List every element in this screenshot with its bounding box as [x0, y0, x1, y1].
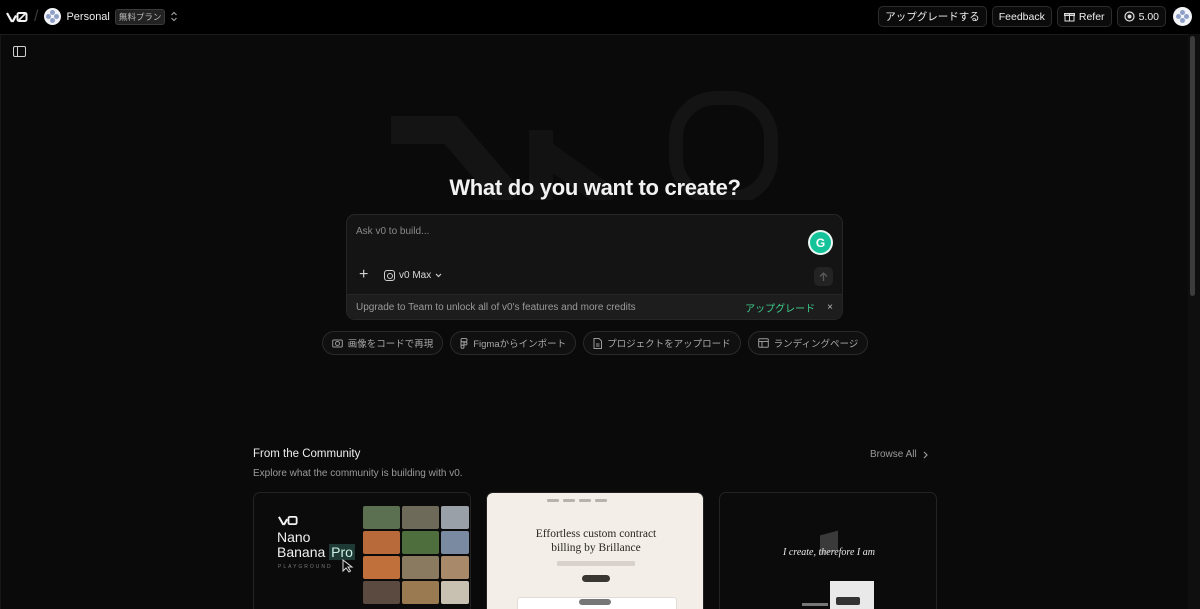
sidebar-toggle-icon[interactable]: [13, 46, 26, 57]
card-body-text: [557, 561, 635, 566]
card-headline-line2: billing by Brillance: [551, 542, 641, 554]
camera-icon: [331, 339, 343, 348]
image-grid: [363, 506, 470, 604]
scrollbar-thumb[interactable]: [1190, 36, 1195, 296]
card-nav: [547, 499, 653, 502]
breadcrumb-separator: /: [34, 7, 39, 25]
quick-action-label: ランディングページ: [773, 339, 859, 350]
model-selector[interactable]: v0 Max: [384, 270, 442, 281]
card-pill: [579, 599, 611, 605]
card-image: [830, 581, 874, 609]
send-button[interactable]: [814, 267, 833, 286]
close-icon[interactable]: ×: [827, 302, 833, 313]
community-title: From the Community: [253, 448, 361, 460]
model-icon: [384, 270, 395, 281]
figma-icon: [460, 337, 468, 349]
quick-action-label: Figmaからインポート: [473, 339, 567, 350]
workspace-switcher-icon[interactable]: [170, 11, 178, 22]
quick-action-upload-project[interactable]: プロジェクトをアップロード: [583, 331, 741, 355]
file-upload-icon: [593, 337, 603, 349]
chevron-right-icon: [923, 451, 928, 458]
refer-button[interactable]: Refer: [1056, 6, 1112, 27]
quick-action-label: プロジェクトをアップロード: [607, 339, 731, 350]
upgrade-link[interactable]: アップグレード: [745, 300, 815, 315]
layout-icon: [757, 338, 769, 348]
quick-action-label: 画像をコードで再現: [347, 339, 434, 350]
card-subtitle: PLAYGROUND: [278, 564, 333, 570]
community-card-i-create[interactable]: I create, therefore I am: [719, 492, 937, 609]
card-title-line1: Nano: [277, 529, 311, 545]
card-title: Nano Banana Pro: [277, 530, 355, 560]
community-subtitle: Explore what the community is building w…: [253, 468, 463, 479]
card-title-line2: Banana: [277, 544, 326, 560]
card-cta: [582, 575, 610, 582]
quick-actions: 画像をコードで再現 Figmaからインポート プロジェクトをアップロード ランデ…: [1, 331, 1188, 355]
card-caption: [802, 603, 828, 606]
v0-logo[interactable]: [4, 7, 30, 27]
chevron-down-icon: [435, 273, 442, 278]
prompt-box[interactable]: Ask v0 to build... G + v0 Max Upgrade to…: [346, 214, 843, 320]
arrow-up-icon: [819, 271, 828, 281]
upgrade-button-label: アップグレードする: [885, 11, 980, 23]
top-bar: / Personal 無料プラン アップグレードする Feedback Refe…: [0, 0, 1200, 33]
upgrade-notice-text: Upgrade to Team to unlock all of v0's fe…: [356, 301, 636, 313]
refer-button-label: Refer: [1078, 10, 1105, 23]
feedback-button[interactable]: Feedback: [991, 6, 1052, 27]
plan-badge: 無料プラン: [114, 8, 166, 25]
grammarly-icon[interactable]: G: [810, 232, 831, 253]
credits-icon: [1123, 11, 1135, 22]
community-card-brillance[interactable]: Effortless custom contract billing by Br…: [486, 492, 704, 609]
browse-all-label: Browse All: [870, 449, 917, 460]
v0-logo-icon: [278, 515, 298, 526]
workspace-avatar[interactable]: [44, 8, 62, 25]
card-headline: Effortless custom contract billing by Br…: [487, 527, 703, 555]
credits-button[interactable]: 5.00: [1116, 6, 1166, 27]
v0-logo-icon: [6, 11, 28, 22]
quick-action-clone-screenshot[interactable]: 画像をコードで再現: [321, 331, 444, 355]
prompt-input[interactable]: Ask v0 to build...: [356, 226, 429, 237]
community-card-nano-banana[interactable]: Nano Banana Pro PLAYGROUND: [253, 492, 471, 609]
user-avatar[interactable]: [1173, 7, 1192, 26]
add-attachment-icon[interactable]: +: [359, 267, 368, 283]
card-headline-line1: Effortless custom contract: [535, 528, 657, 540]
upgrade-button[interactable]: アップグレードする: [878, 6, 987, 27]
hero-title: What do you want to create?: [449, 175, 741, 200]
quick-action-landing-page[interactable]: ランディングページ: [747, 331, 869, 355]
scrollbar[interactable]: [1188, 34, 1200, 609]
model-label: v0 Max: [399, 270, 432, 281]
card-title-highlight: Pro: [329, 544, 355, 560]
browse-all-link[interactable]: Browse All: [870, 449, 928, 460]
card-text: I create, therefore I am: [783, 547, 875, 558]
credits-value: 5.00: [1138, 10, 1159, 23]
main-panel: What do you want to create? Ask v0 to bu…: [0, 34, 1188, 609]
cursor-icon: [342, 559, 354, 573]
feedback-button-label: Feedback: [998, 10, 1045, 23]
upgrade-notice: Upgrade to Team to unlock all of v0's fe…: [347, 294, 842, 319]
gift-icon: [1063, 13, 1075, 22]
workspace-name[interactable]: Personal: [66, 11, 109, 23]
quick-action-figma-import[interactable]: Figmaからインポート: [450, 331, 577, 355]
